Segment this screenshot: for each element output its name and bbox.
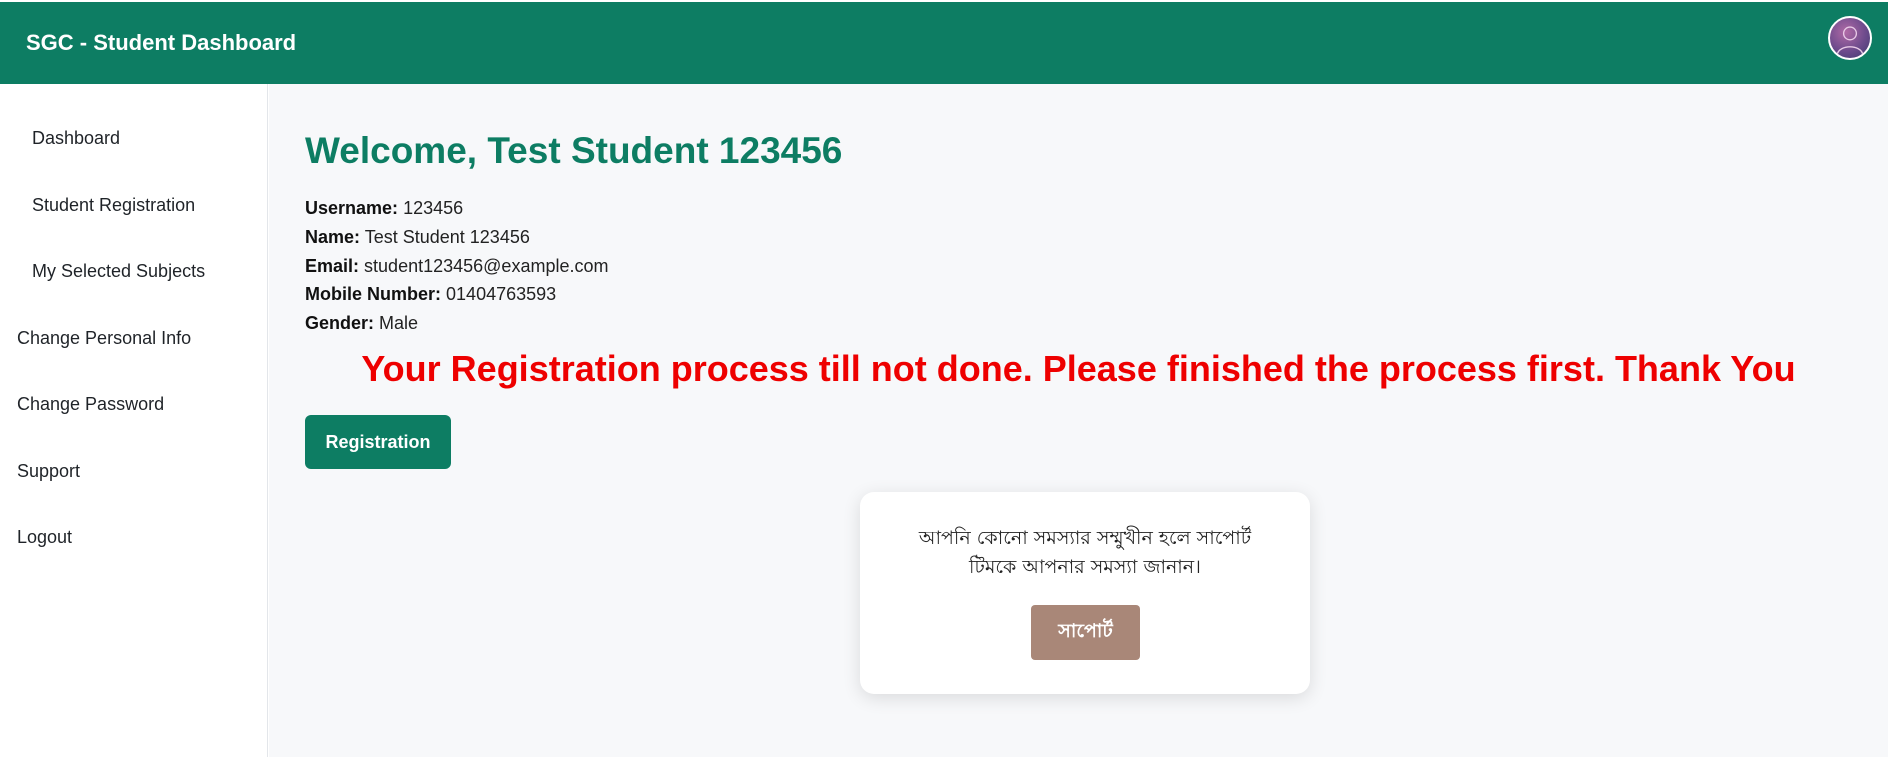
sidebar: Dashboard Student Registration My Select… [0, 84, 268, 757]
profile-value: Test Student 123456 [364, 227, 530, 247]
app-title: SGC - Student Dashboard [26, 30, 297, 55]
profile-value: Male [379, 313, 419, 333]
sidebar-item-support[interactable]: Support [17, 461, 80, 482]
profile-gender: Gender: Male [305, 313, 418, 334]
profile-label: Username: [305, 198, 399, 218]
sidebar-item-logout[interactable]: Logout [17, 527, 72, 548]
support-message-line: টিমকে আপনার সমস্যা জানান। [969, 556, 1201, 578]
profile-mobile: Mobile Number: 01404763593 [305, 284, 556, 305]
profile-value: student123456@example.com [364, 256, 609, 276]
profile-username: Username: 123456 [305, 198, 463, 219]
support-message-line: আপনি কোনো সমস্যার সম্মুখীন হলে সাপোর্ট [918, 527, 1252, 549]
profile-value: 123456 [403, 198, 464, 218]
sidebar-item-student-registration[interactable]: Student Registration [32, 195, 195, 216]
profile-name: Name: Test Student 123456 [305, 227, 530, 248]
profile-label: Name: [305, 227, 361, 247]
sidebar-item-my-selected-subjects[interactable]: My Selected Subjects [32, 261, 205, 282]
support-button[interactable]: সাপোর্ট [1031, 605, 1140, 660]
sidebar-item-change-personal-info[interactable]: Change Personal Info [17, 328, 191, 349]
profile-value: 01404763593 [446, 284, 557, 304]
main-content: Welcome, Test Student 123456 Username: 1… [269, 84, 1888, 757]
sidebar-item-change-password[interactable]: Change Password [17, 394, 164, 415]
registration-button[interactable]: Registration [305, 415, 451, 469]
profile-label: Gender: [305, 313, 375, 333]
support-card: আপনি কোনো সমস্যার সম্মুখীন হলে সাপোর্ট ট… [860, 492, 1310, 694]
user-avatar-icon[interactable] [1828, 16, 1872, 60]
sidebar-item-dashboard[interactable]: Dashboard [32, 128, 120, 149]
registration-warning: Your Registration process till not done.… [361, 348, 1796, 389]
support-message: আপনি কোনো সমস্যার সম্মুখীন হলে সাপোর্ট ট… [890, 524, 1280, 582]
profile-label: Email: [305, 256, 360, 276]
top-navbar: SGC - Student Dashboard [0, 2, 1888, 84]
profile-email: Email: student123456@example.com [305, 256, 608, 277]
profile-label: Mobile Number: [305, 284, 442, 304]
page-title: Welcome, Test Student 123456 [305, 130, 843, 171]
